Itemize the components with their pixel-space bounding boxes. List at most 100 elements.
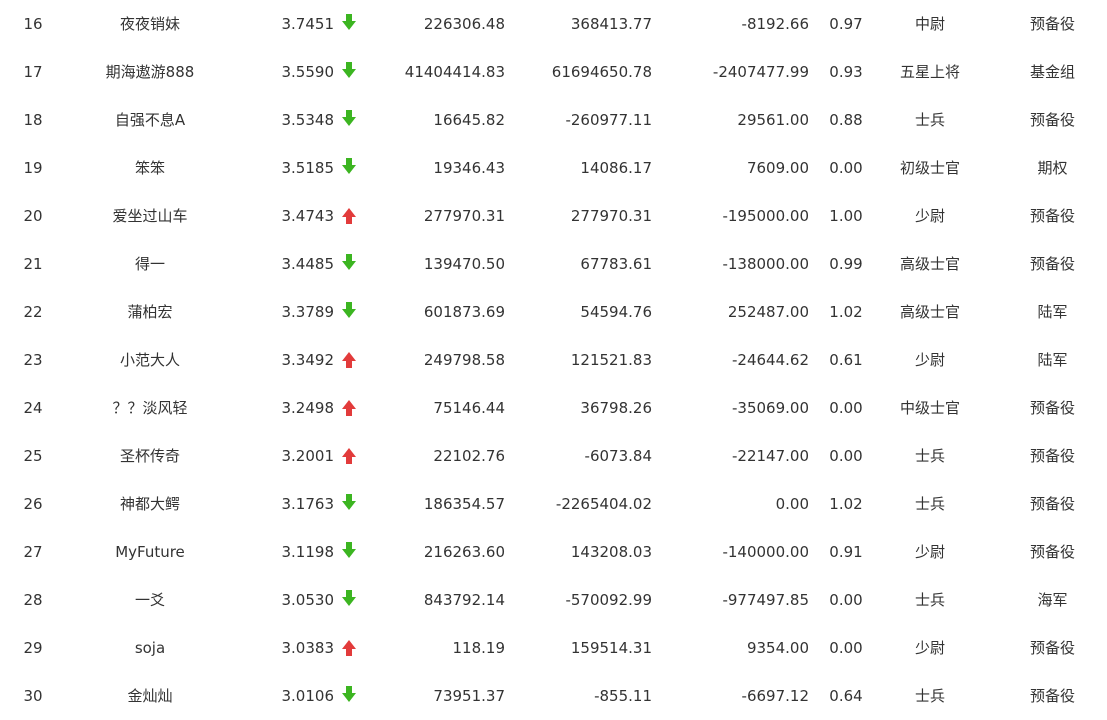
down-arrow-icon [342, 672, 358, 720]
table-row: 20 爱坐过山车 3.4743 277970.31 277970.31 -195… [0, 192, 1107, 240]
score-cell: 3.2001 [281, 447, 335, 465]
rank-cell: 22 [23, 303, 43, 321]
rank-cell: 17 [23, 63, 43, 81]
up-arrow-icon [342, 432, 358, 480]
group-cell: 预备役 [1029, 543, 1075, 561]
value-1-cell: 186354.57 [423, 495, 505, 513]
score-cell: 3.3492 [281, 351, 335, 369]
up-arrow-icon [342, 624, 358, 672]
trader-name-cell[interactable]: 神都大鳄 [60, 480, 240, 528]
trader-name-cell[interactable]: 小范大人 [60, 336, 240, 384]
value-3-cell: -24644.62 [732, 351, 809, 369]
score-cell: 3.1763 [281, 495, 335, 513]
value-2-cell: -855.11 [594, 687, 652, 705]
trader-name-cell[interactable]: 金灿灿 [60, 672, 240, 720]
trader-name-cell[interactable]: 爱坐过山车 [60, 192, 240, 240]
group-cell: 海军 [1037, 591, 1068, 609]
group-cell: 预备役 [1029, 639, 1075, 657]
rank-cell: 27 [23, 543, 43, 561]
value-1-cell: 19346.43 [433, 159, 505, 177]
rank-cell: 24 [23, 399, 43, 417]
value-3-cell: -22147.00 [732, 447, 809, 465]
group-cell: 预备役 [1029, 447, 1075, 465]
table-row: 21 得一 3.4485 139470.50 67783.61 -138000.… [0, 240, 1107, 288]
table-row: 30 金灿灿 3.0106 73951.37 -855.11 -6697.12 … [0, 672, 1107, 720]
up-arrow-icon [342, 384, 358, 432]
trader-name-cell[interactable]: 期海遨游888 [60, 48, 240, 96]
value-1-cell: 249798.58 [423, 351, 505, 369]
value-1-cell: 22102.76 [433, 447, 505, 465]
group-cell: 期权 [1037, 159, 1068, 177]
table-row: 17 期海遨游888 3.5590 41404414.83 61694650.7… [0, 48, 1107, 96]
military-rank-cell: 高级士官 [899, 303, 960, 321]
ratio-cell: 0.91 [829, 543, 863, 561]
value-3-cell: -138000.00 [722, 255, 809, 273]
ratio-cell: 1.00 [829, 207, 863, 225]
score-cell: 3.1198 [281, 543, 335, 561]
trader-name-cell[interactable]: 一爻 [60, 576, 240, 624]
trader-name-cell[interactable]: 自强不息A [60, 96, 240, 144]
ratio-cell: 1.02 [829, 303, 863, 321]
value-1-cell: 216263.60 [423, 543, 505, 561]
rank-cell: 21 [23, 255, 43, 273]
table-row: 29 soja 3.0383 118.19 159514.31 9354.00 … [0, 624, 1107, 672]
value-3-cell: -140000.00 [722, 543, 809, 561]
value-2-cell: -2265404.02 [555, 495, 652, 513]
military-rank-cell: 士兵 [914, 447, 945, 465]
trader-name-cell[interactable]: 蒲柏宏 [60, 288, 240, 336]
ratio-cell: 0.93 [829, 63, 863, 81]
value-1-cell: 277970.31 [423, 207, 505, 225]
down-arrow-icon [342, 0, 358, 48]
rank-cell: 28 [23, 591, 43, 609]
value-2-cell: -6073.84 [584, 447, 652, 465]
value-3-cell: -8192.66 [741, 15, 809, 33]
table-row: 18 自强不息A 3.5348 16645.82 -260977.11 2956… [0, 96, 1107, 144]
ratio-cell: 0.00 [829, 447, 863, 465]
table-row: 23 小范大人 3.3492 249798.58 121521.83 -2464… [0, 336, 1107, 384]
ratio-cell: 0.64 [829, 687, 863, 705]
down-arrow-icon [342, 144, 358, 192]
military-rank-cell: 五星上将 [899, 63, 960, 81]
value-2-cell: 54594.76 [580, 303, 652, 321]
value-3-cell: 252487.00 [727, 303, 809, 321]
score-cell: 3.0383 [281, 639, 335, 657]
score-cell: 3.0106 [281, 687, 335, 705]
ratio-cell: 0.88 [829, 111, 863, 129]
trader-name-cell[interactable]: soja [60, 624, 240, 672]
value-1-cell: 843792.14 [423, 591, 505, 609]
table-row: 22 蒲柏宏 3.3789 601873.69 54594.76 252487.… [0, 288, 1107, 336]
value-1-cell: 226306.48 [423, 15, 505, 33]
ratio-cell: 0.00 [829, 399, 863, 417]
military-rank-cell: 初级士官 [899, 159, 960, 177]
value-1-cell: 41404414.83 [404, 63, 505, 81]
ratio-cell: 0.00 [829, 159, 863, 177]
ratio-cell: 0.00 [829, 639, 863, 657]
trader-name-cell[interactable]: MyFuture [60, 528, 240, 576]
group-cell: 基金组 [1029, 63, 1075, 81]
table-row: 19 笨笨 3.5185 19346.43 14086.17 7609.00 0… [0, 144, 1107, 192]
value-1-cell: 75146.44 [433, 399, 505, 417]
trader-name-cell[interactable]: ？？淡风轻 [60, 384, 240, 432]
military-rank-cell: 士兵 [914, 111, 945, 129]
military-rank-cell: 士兵 [914, 687, 945, 705]
rank-cell: 26 [23, 495, 43, 513]
value-3-cell: 9354.00 [746, 639, 809, 657]
group-cell: 预备役 [1029, 495, 1075, 513]
down-arrow-icon [342, 48, 358, 96]
rank-cell: 19 [23, 159, 43, 177]
score-cell: 3.5185 [281, 159, 335, 177]
ratio-cell: 0.00 [829, 591, 863, 609]
trader-name-cell[interactable]: 夜夜销妹 [60, 0, 240, 48]
value-2-cell: 159514.31 [570, 639, 652, 657]
value-2-cell: 143208.03 [570, 543, 652, 561]
score-cell: 3.3789 [281, 303, 335, 321]
down-arrow-icon [342, 240, 358, 288]
trader-name-cell[interactable]: 得一 [60, 240, 240, 288]
value-1-cell: 118.19 [452, 639, 506, 657]
value-2-cell: 61694650.78 [551, 63, 652, 81]
trader-name-cell[interactable]: 圣杯传奇 [60, 432, 240, 480]
ranking-table: 16 夜夜销妹 3.7451 226306.48 368413.77 -8192… [0, 0, 1107, 720]
trader-name-cell[interactable]: 笨笨 [60, 144, 240, 192]
down-arrow-icon [342, 96, 358, 144]
rank-cell: 30 [23, 687, 43, 705]
